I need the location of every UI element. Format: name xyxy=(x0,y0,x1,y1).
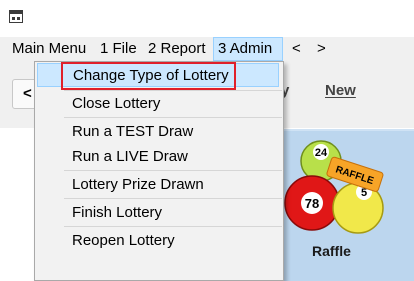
menu-separator xyxy=(64,170,282,171)
ball-78-number: 78 xyxy=(305,196,319,211)
menu-file[interactable]: 1 File xyxy=(96,37,141,61)
menu-admin[interactable]: 3 Admin xyxy=(213,37,283,61)
title-bar xyxy=(0,0,414,36)
menu-separator xyxy=(64,198,282,199)
menu-separator xyxy=(64,226,282,227)
new-button[interactable]: New xyxy=(325,82,356,99)
menu-item-reopen-lottery[interactable]: Reopen Lottery xyxy=(37,229,279,253)
menu-item-finish-lottery[interactable]: Finish Lottery xyxy=(37,201,279,225)
menu-main[interactable]: Main Menu xyxy=(8,37,90,61)
ball-78: 78 xyxy=(284,175,340,231)
menu-item-run-test-draw[interactable]: Run a TEST Draw xyxy=(37,120,279,144)
menu-scroll-left[interactable]: < xyxy=(288,37,305,61)
menu-item-close-lottery[interactable]: Close Lottery xyxy=(37,92,279,116)
menu-item-run-live-draw[interactable]: Run a LIVE Draw xyxy=(37,145,279,169)
menu-separator xyxy=(64,117,282,118)
menu-report[interactable]: 2 Report xyxy=(144,37,210,61)
selection-highlight-outline xyxy=(61,62,236,90)
ball-24-number: 24 xyxy=(315,147,328,159)
app-window-icon xyxy=(9,10,23,23)
menu-item-lottery-prize-drawn[interactable]: Lottery Prize Drawn xyxy=(37,173,279,197)
menu-bar: Main Menu 1 File 2 Report 3 Admin < > xyxy=(0,37,414,61)
raffle-balls-illustration: 24 78 5 RAFFLE xyxy=(284,140,384,234)
menu-scroll-right[interactable]: > xyxy=(313,37,330,61)
raffle-tile-label: Raffle xyxy=(312,243,351,259)
menu-separator xyxy=(64,90,282,91)
